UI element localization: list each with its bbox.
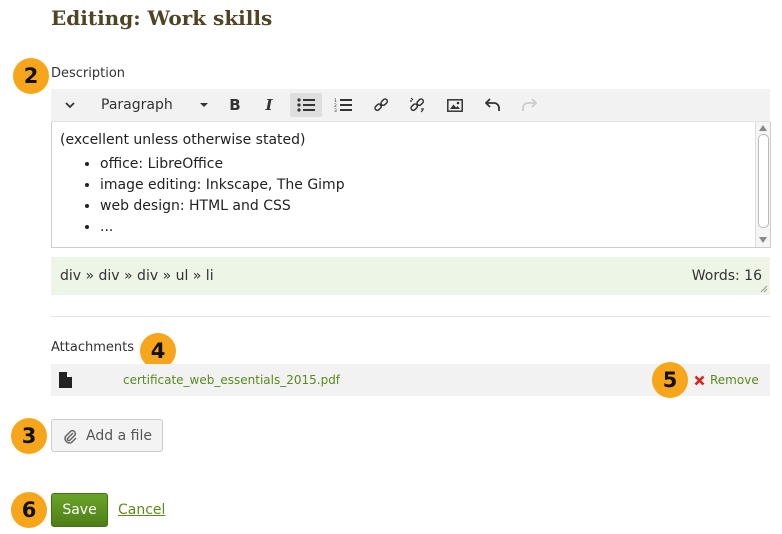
remove-label: Remove — [710, 373, 759, 387]
attachments-label: Attachments — [51, 340, 134, 355]
skills-list: office: LibreOffice image editing: Inksc… — [60, 154, 345, 238]
link-icon[interactable] — [369, 93, 393, 117]
list-item: web design: HTML and CSS — [100, 196, 345, 217]
editor-statusbar: div » div » div » ul » li Words: 16 — [51, 257, 770, 295]
callout-badge-3: 3 — [11, 418, 47, 454]
page-title: Editing: Work skills — [51, 6, 273, 30]
element-path[interactable]: div » div » div » ul » li — [60, 268, 214, 284]
remove-x-icon — [694, 375, 705, 385]
list-item: office: LibreOffice — [100, 154, 345, 175]
unlink-icon[interactable] — [405, 93, 429, 117]
attachment-file-link[interactable]: certificate_web_essentials_2015.pdf — [123, 373, 340, 387]
paperclip-icon — [64, 429, 77, 444]
save-button[interactable]: Save — [51, 493, 108, 527]
bullet-list-icon[interactable] — [290, 93, 322, 117]
remove-attachment-button[interactable]: Remove — [694, 373, 759, 387]
editor-intro-text: (excellent unless otherwise stated) — [60, 132, 306, 148]
file-icon — [59, 372, 72, 388]
word-count: Words: 16 — [691, 268, 762, 284]
description-editor[interactable]: (excellent unless otherwise stated) offi… — [51, 122, 771, 248]
editor-toolbar: Paragraph B I 123 — [51, 89, 770, 122]
image-icon[interactable] — [443, 93, 467, 117]
bold-icon[interactable]: B — [223, 93, 247, 117]
add-file-button[interactable]: Add a file — [51, 419, 163, 452]
editor-content[interactable]: (excellent unless otherwise stated) offi… — [60, 130, 345, 238]
list-item: ... — [100, 217, 345, 238]
numbered-list-icon[interactable]: 123 — [331, 93, 355, 117]
scrollbar-thumb[interactable] — [758, 134, 769, 228]
callout-badge-2: 2 — [13, 58, 49, 94]
resize-handle-icon[interactable] — [760, 285, 768, 293]
dropdown-arrow-icon — [200, 103, 208, 107]
svg-text:3: 3 — [334, 108, 337, 112]
format-select[interactable]: Paragraph — [97, 93, 209, 117]
format-select-value: Paragraph — [101, 97, 173, 113]
italic-icon[interactable]: I — [257, 93, 281, 117]
section-divider — [51, 316, 770, 317]
scroll-down-icon[interactable] — [759, 237, 767, 243]
list-item: image editing: Inkscape, The Gimp — [100, 175, 345, 196]
cancel-link[interactable]: Cancel — [118, 502, 165, 518]
toggle-toolbar-chevron-icon[interactable] — [61, 93, 79, 117]
callout-badge-5: 5 — [652, 362, 688, 398]
scroll-up-icon[interactable] — [759, 125, 767, 131]
undo-icon[interactable] — [481, 93, 505, 117]
editor-scrollbar[interactable] — [755, 122, 770, 247]
callout-badge-6: 6 — [11, 492, 47, 528]
description-label: Description — [51, 66, 126, 81]
redo-icon[interactable] — [517, 93, 541, 117]
add-file-label: Add a file — [86, 427, 152, 444]
